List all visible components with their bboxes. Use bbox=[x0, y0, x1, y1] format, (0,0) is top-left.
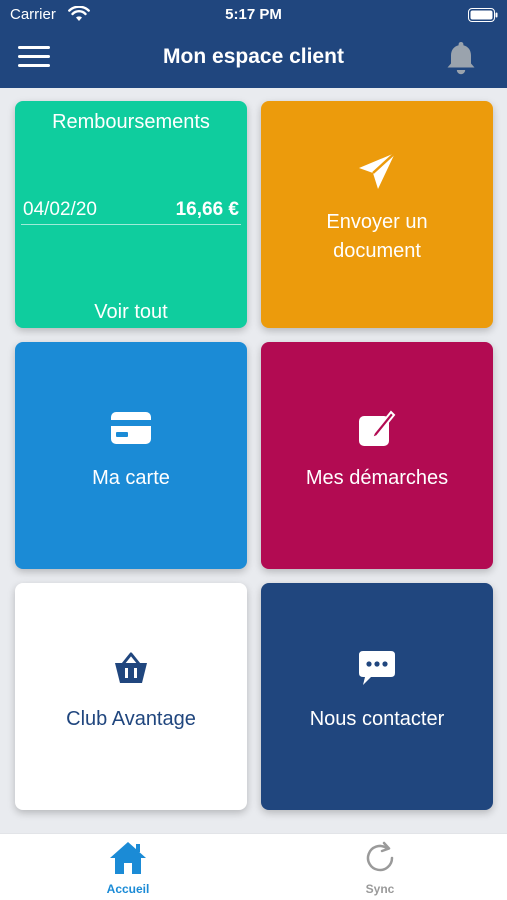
tab-sync-label: Sync bbox=[365, 882, 395, 896]
club-advantage-tile[interactable]: Club Avantage bbox=[15, 583, 247, 810]
paper-plane-icon bbox=[359, 152, 396, 189]
home-icon bbox=[110, 842, 146, 874]
send-document-tile[interactable]: Envoyer un document bbox=[261, 101, 493, 328]
credit-card-icon bbox=[111, 412, 151, 444]
club-advantage-label: Club Avantage bbox=[66, 708, 196, 730]
tab-bar: Accueil Sync bbox=[0, 833, 507, 900]
top-bar: Carrier 5:17 PM Mon espace client bbox=[0, 0, 507, 88]
send-document-label-line1: Envoyer un bbox=[326, 211, 428, 233]
battery-icon bbox=[468, 8, 498, 22]
status-bar: Carrier 5:17 PM bbox=[0, 0, 507, 30]
reimbursement-date: 04/02/20 bbox=[23, 199, 97, 220]
basket-icon bbox=[115, 652, 147, 683]
my-card-label: Ma carte bbox=[92, 467, 170, 489]
tab-home[interactable]: Accueil bbox=[48, 834, 208, 900]
my-card-tile[interactable]: Ma carte bbox=[15, 342, 247, 569]
page-title: Mon espace client bbox=[163, 45, 344, 68]
contact-us-tile[interactable]: Nous contacter bbox=[261, 583, 493, 810]
tab-sync[interactable]: Sync bbox=[300, 834, 460, 900]
my-procedures-label: Mes démarches bbox=[305, 467, 449, 489]
bell-icon[interactable] bbox=[444, 40, 478, 76]
tab-home-label: Accueil bbox=[106, 882, 150, 896]
contact-us-label: Nous contacter bbox=[309, 708, 445, 730]
see-all-link[interactable]: Voir tout bbox=[15, 301, 247, 324]
divider bbox=[21, 224, 241, 225]
app-header: Mon espace client bbox=[0, 30, 507, 88]
my-procedures-tile[interactable]: Mes démarches bbox=[261, 342, 493, 569]
clock: 5:17 PM bbox=[225, 6, 282, 23]
reimbursements-title: Remboursements bbox=[52, 111, 210, 133]
edit-note-icon bbox=[359, 410, 396, 446]
chat-bubble-icon bbox=[359, 651, 395, 685]
app-screen: Carrier 5:17 PM Mon espace client Rembou… bbox=[0, 0, 507, 900]
sync-icon bbox=[366, 841, 394, 872]
send-document-label-line2: document bbox=[333, 240, 421, 262]
reimbursements-tile[interactable]: Remboursements 04/02/20 16,66 € Voir tou… bbox=[15, 101, 247, 328]
reimbursement-amount: 16,66 € bbox=[175, 199, 239, 220]
